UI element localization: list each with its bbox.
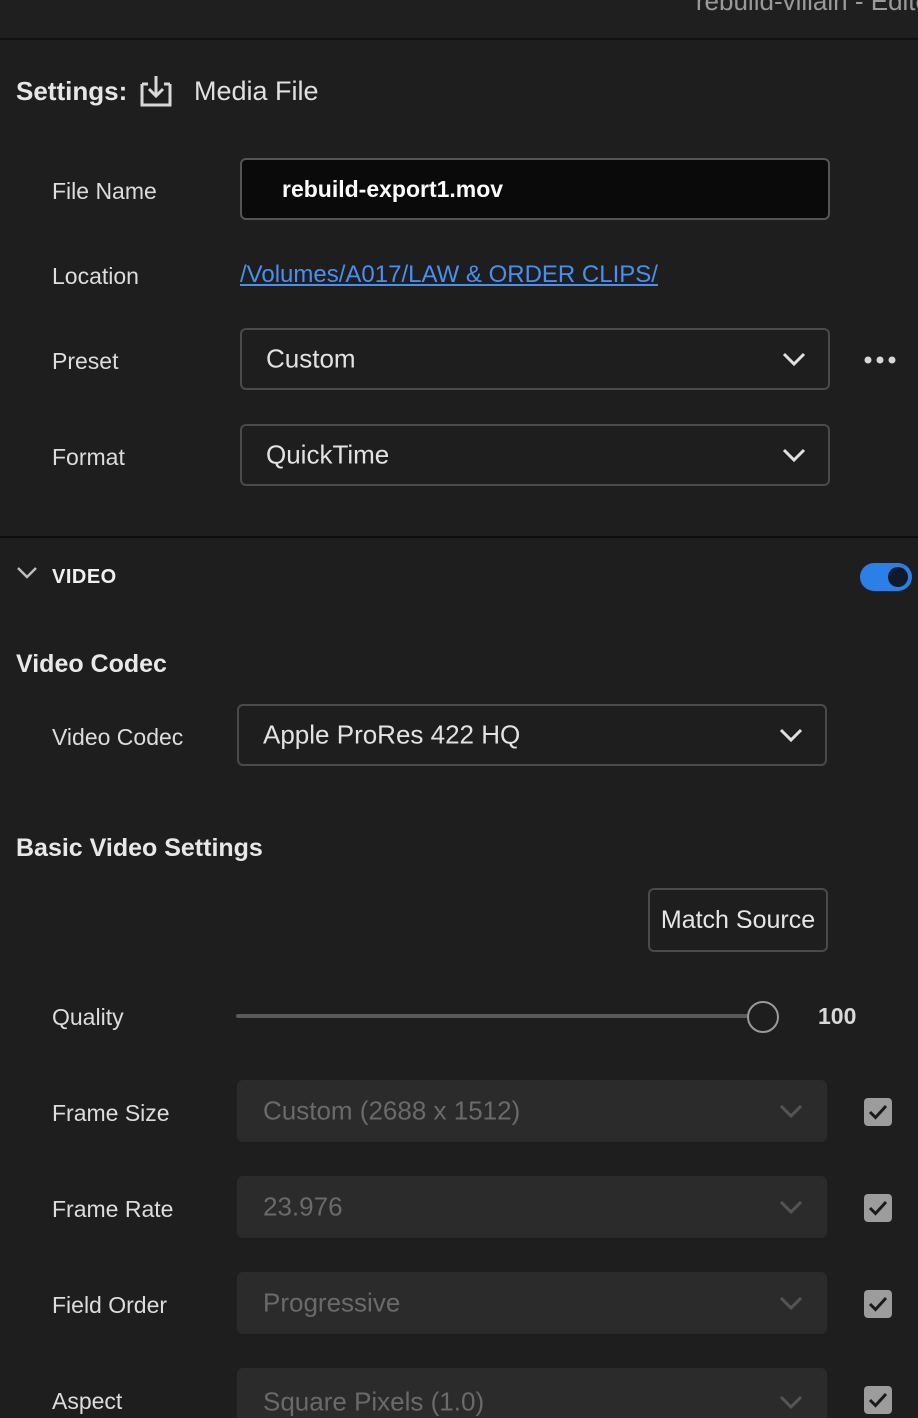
more-options-icon[interactable] <box>860 345 900 375</box>
chevron-down-icon <box>779 1200 803 1214</box>
frame-size-dropdown: Custom (2688 x 1512) <box>237 1080 827 1142</box>
frame-size-value: Custom (2688 x 1512) <box>263 1095 521 1126</box>
aspect-checkbox[interactable] <box>864 1386 892 1414</box>
format-value: QuickTime <box>266 439 390 470</box>
quality-label: Quality <box>52 1004 124 1030</box>
field-order-dropdown: Progressive <box>237 1272 827 1334</box>
frame-rate-value: 23.976 <box>263 1191 343 1222</box>
location-link[interactable]: /Volumes/A017/LAW & ORDER CLIPS/ <box>240 261 658 289</box>
chevron-down-icon <box>782 448 806 462</box>
export-icon <box>140 76 172 107</box>
chevron-down-icon <box>782 352 806 366</box>
format-dropdown[interactable]: QuickTime <box>240 424 830 486</box>
section-divider <box>0 536 918 538</box>
quality-value: 100 <box>818 1003 857 1029</box>
quality-slider-thumb[interactable] <box>747 1001 779 1033</box>
field-order-value: Progressive <box>263 1287 401 1318</box>
quality-slider-track[interactable] <box>236 1014 762 1018</box>
aspect-dropdown: Square Pixels (1.0) <box>237 1368 827 1418</box>
preset-label: Preset <box>52 348 119 374</box>
checkmark-icon <box>868 1200 888 1216</box>
window-title: rebuild-villain - Edite <box>695 0 918 16</box>
preset-dropdown[interactable]: Custom <box>240 328 830 390</box>
checkmark-icon <box>868 1296 888 1312</box>
frame-rate-dropdown: 23.976 <box>237 1176 827 1238</box>
chevron-down-icon <box>779 728 803 742</box>
title-bar: rebuild-villain - Edite <box>0 0 918 40</box>
preset-value: Custom <box>266 343 356 374</box>
basic-video-settings-heading: Basic Video Settings <box>16 834 263 862</box>
video-codec-heading: Video Codec <box>16 650 167 678</box>
file-name-label: File Name <box>52 178 157 204</box>
frame-size-checkbox[interactable] <box>864 1098 892 1126</box>
collapse-chevron-icon[interactable] <box>16 566 38 580</box>
video-codec-value: Apple ProRes 422 HQ <box>263 719 521 750</box>
video-toggle[interactable] <box>860 563 912 591</box>
aspect-value: Square Pixels (1.0) <box>263 1386 485 1417</box>
video-codec-label: Video Codec <box>52 724 184 750</box>
frame-rate-checkbox[interactable] <box>864 1194 892 1222</box>
aspect-label: Aspect <box>52 1388 123 1414</box>
frame-rate-label: Frame Rate <box>52 1196 174 1222</box>
chevron-down-icon <box>779 1296 803 1310</box>
match-source-button[interactable]: Match Source <box>648 888 828 952</box>
file-name-input[interactable] <box>240 158 830 220</box>
checkmark-icon <box>868 1392 888 1408</box>
settings-label: Settings: <box>16 76 128 106</box>
chevron-down-icon <box>779 1395 803 1409</box>
video-section-title: VIDEO <box>52 566 117 588</box>
chevron-down-icon <box>779 1104 803 1118</box>
destination-label: Media File <box>194 76 319 106</box>
frame-size-label: Frame Size <box>52 1100 170 1126</box>
format-label: Format <box>52 444 125 470</box>
location-label: Location <box>52 263 139 289</box>
field-order-checkbox[interactable] <box>864 1290 892 1318</box>
field-order-label: Field Order <box>52 1292 168 1318</box>
checkmark-icon <box>868 1104 888 1120</box>
video-codec-dropdown[interactable]: Apple ProRes 422 HQ <box>237 704 827 766</box>
toggle-knob <box>888 567 908 587</box>
